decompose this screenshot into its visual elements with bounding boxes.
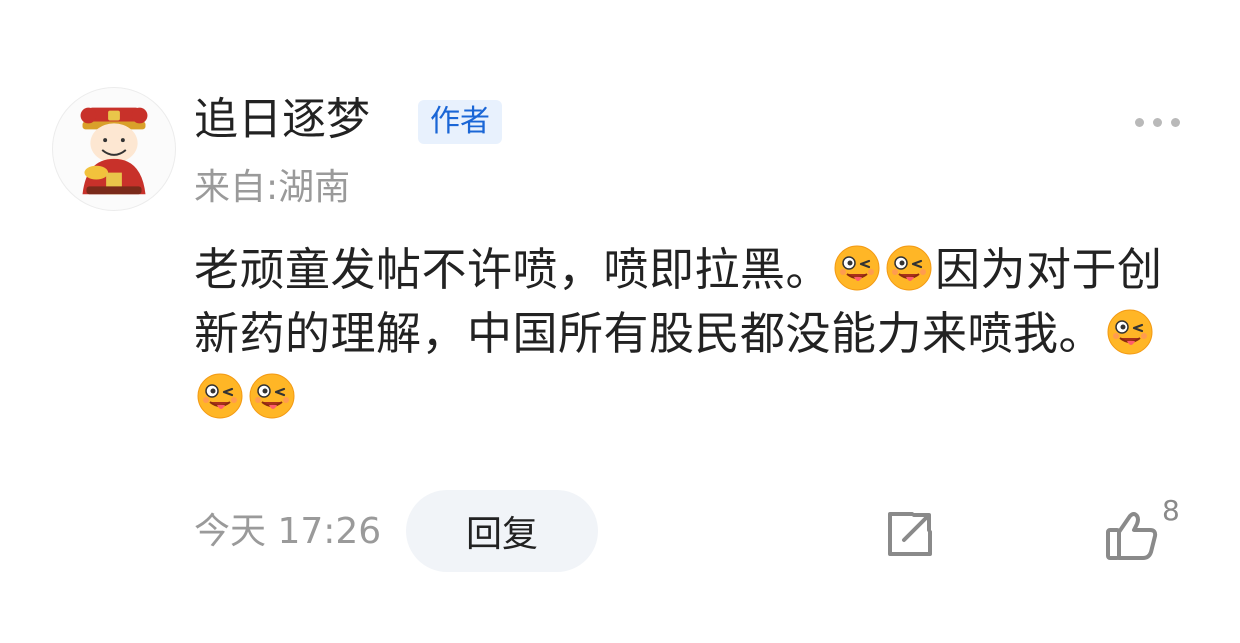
more-dots-icon [1170,117,1180,127]
caishen-avatar-image [80,107,148,195]
share-icon [888,512,932,556]
reply-button-label: 回复 [465,514,538,555]
avatar[interactable] [52,87,176,211]
winking-tongue-emoji-icon [1106,308,1154,356]
winking-tongue-emoji-icon [885,244,933,292]
timestamp: 今天 17:26 [194,511,382,552]
winking-tongue-emoji-icon [833,244,881,292]
winking-tongue-emoji-icon [248,372,296,420]
like-button[interactable]: 8 [1104,494,1184,564]
more-dots-icon [1152,117,1162,127]
reply-button[interactable]: 回复 [406,490,598,572]
more-options-button[interactable] [1126,108,1188,136]
location-text: 来自:湖南 [194,167,351,208]
share-button[interactable] [882,506,938,562]
more-dots-icon [1134,117,1144,127]
like-count: 8 [1162,494,1180,527]
winking-tongue-emoji-icon [196,372,244,420]
author-badge: 作者 [418,100,502,144]
username[interactable]: 追日逐梦 [194,92,370,148]
thumbs-up-icon [1106,512,1158,560]
comment-content: 老顽童发帖不许喷，喷即拉黑。 因为对于创新药的理解，中国所有股民都没能力来喷我。 [194,238,1194,430]
comment-text-segment: 老顽童发帖不许喷，喷即拉黑。 [194,243,832,296]
